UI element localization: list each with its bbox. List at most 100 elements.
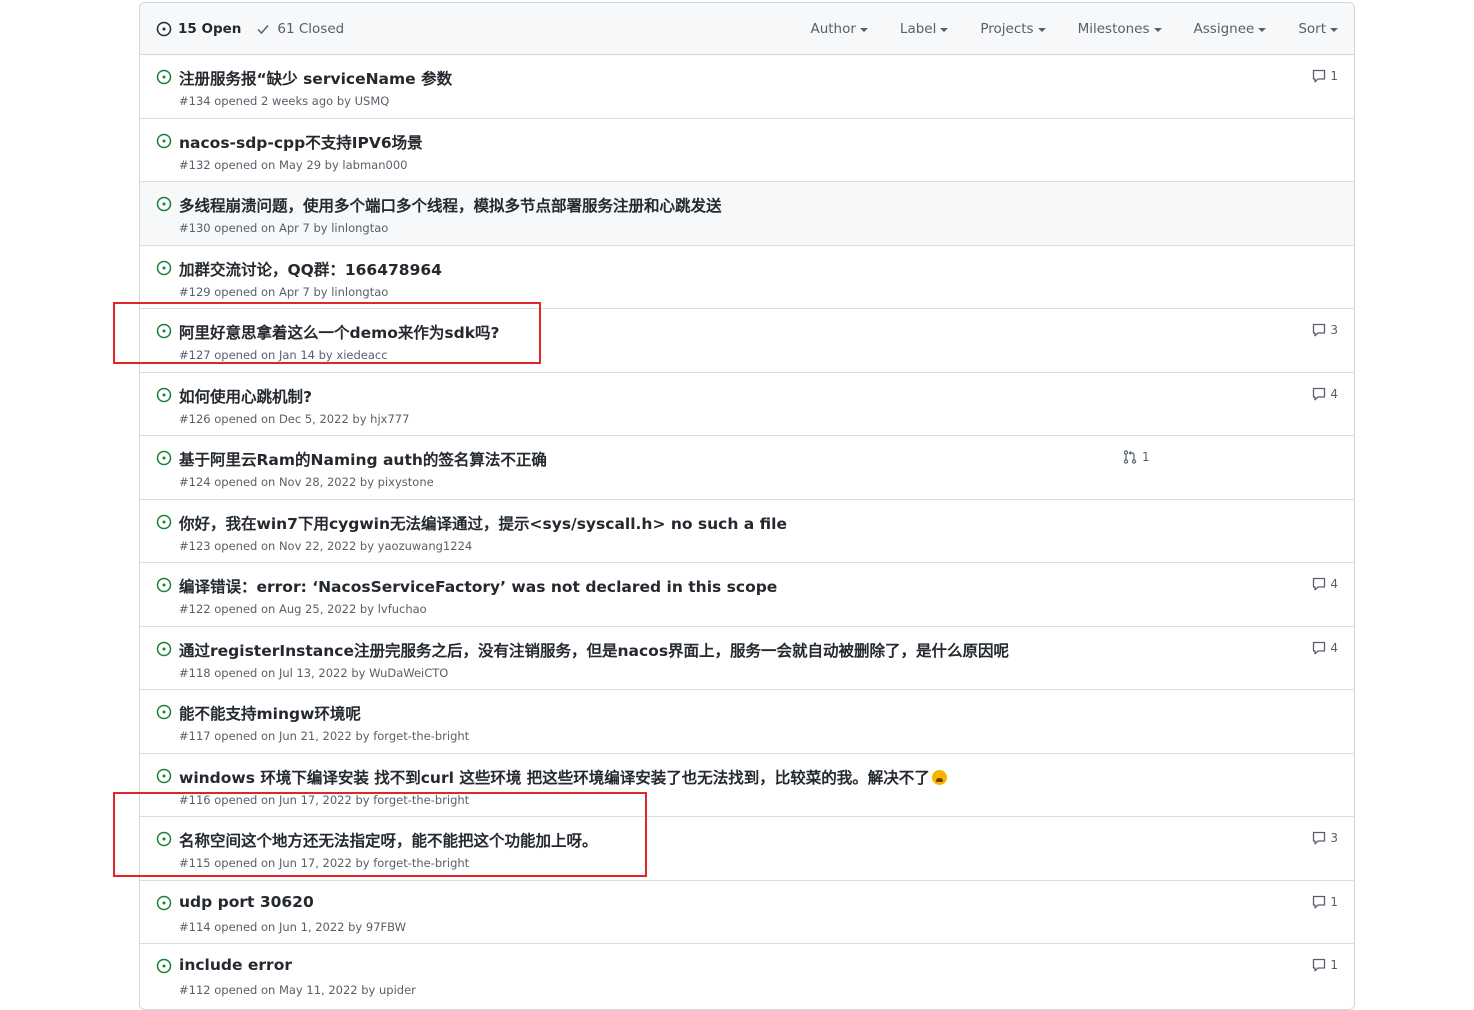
issue-opened-icon	[156, 387, 172, 407]
milestones-filter-label: Milestones	[1077, 20, 1150, 37]
milestones-filter[interactable]: Milestones	[1078, 21, 1162, 37]
issue-opened-icon	[156, 196, 172, 216]
issue-row[interactable]: nacos-sdp-cpp不支持IPV6场景 #132 opened on May…	[140, 119, 1354, 182]
issue-row[interactable]: 能不能支持mingw环境呢 #117 opened on Jun 21, 2022…	[140, 690, 1354, 754]
issue-opened-icon	[156, 641, 172, 661]
issue-title-link[interactable]: 名称空间这个地方还无法指定呀，能不能把这个功能加上呀。	[179, 829, 598, 851]
issue-title-link[interactable]: 如何使用心跳机制?	[179, 385, 312, 407]
linked-pr-link[interactable]: 1	[1122, 449, 1150, 465]
issue-opened-icon	[156, 21, 172, 36]
author-filter-label: Author	[810, 20, 856, 37]
issue-title-link[interactable]: 你好，我在win7下用cygwin无法编译通过，提示<sys/syscall.h…	[179, 512, 787, 534]
issue-title-text: nacos-sdp-cpp不支持IPV6场景	[179, 133, 423, 152]
comments-link[interactable]: 1	[1311, 894, 1338, 910]
open-issues-tab[interactable]: 15 Open	[156, 21, 241, 37]
comment-count: 1	[1330, 958, 1338, 972]
issue-opened-icon	[156, 69, 172, 89]
sort-filter[interactable]: Sort	[1298, 21, 1338, 37]
label-filter-label: Label	[899, 20, 937, 37]
issue-meta: #115 opened on Jun 17, 2022 by forget-th…	[179, 856, 470, 870]
issue-title-text: include error	[179, 956, 292, 974]
issue-opened-icon	[156, 260, 172, 280]
comments-link[interactable]: 4	[1311, 640, 1338, 656]
comment-count: 1	[1330, 894, 1338, 909]
issues-header: 15 Open 61 Closed Author Label Projects …	[140, 3, 1354, 55]
comment-count: 1	[1330, 69, 1338, 83]
issue-title-text: 阿里好意思拿着这么一个demo来作为sdk吗?	[179, 324, 500, 342]
issue-title-link[interactable]: windows 环境下编译安装 找不到curl 这些环境 把这些环境编译安装了也…	[179, 766, 947, 788]
issue-opened-icon	[156, 323, 172, 343]
issue-row[interactable]: 名称空间这个地方还无法指定呀，能不能把这个功能加上呀。 #115 opened o…	[140, 817, 1354, 881]
issue-row[interactable]: 阿里好意思拿着这么一个demo来作为sdk吗? #127 opened on Ja…	[140, 309, 1354, 373]
issue-meta: #126 opened on Dec 5, 2022 by hjx777	[179, 411, 410, 426]
issue-title-link[interactable]: 多线程崩溃问题，使用多个端口多个线程，模拟多节点部署服务注册和心跳发送	[179, 194, 722, 216]
issue-title-text: 基于阿里云Ram的Naming auth的签名算法不正确	[179, 451, 547, 469]
issue-title-link[interactable]: 注册服务报“缺少 serviceName 参数	[179, 67, 452, 89]
issue-row[interactable]: 你好，我在win7下用cygwin无法编译通过，提示<sys/syscall.h…	[140, 500, 1354, 563]
comment-count: 4	[1330, 386, 1338, 401]
issues-box: 15 Open 61 Closed Author Label Projects …	[139, 2, 1355, 1010]
comments-link[interactable]: 3	[1311, 830, 1338, 846]
issue-meta: #122 opened on Aug 25, 2022 by lvfuchao	[179, 602, 427, 616]
label-filter[interactable]: Label	[899, 20, 949, 37]
comments-link[interactable]: 3	[1311, 322, 1338, 338]
linked-pr-count: 1	[1142, 450, 1150, 464]
open-count-label: 15 Open	[178, 20, 242, 37]
issue-title-text: 通过registerInstance注册完服务之后，没有注销服务，但是nacos…	[179, 641, 1010, 660]
issue-row[interactable]: 编译错误：error: ‘NacosServiceFactory’ was no…	[140, 563, 1354, 627]
issue-meta: #134 opened 2 weeks ago by USMQ	[179, 94, 390, 108]
issue-title-text: windows 环境下编译安装 找不到curl 这些环境 把这些环境编译安装了也…	[179, 768, 930, 787]
issue-title-link[interactable]: 编译错误：error: ‘NacosServiceFactory’ was no…	[179, 575, 777, 597]
issue-title-text: 注册服务报“缺少 serviceName 参数	[179, 70, 453, 88]
author-filter[interactable]: Author	[810, 20, 868, 37]
issue-title-text: udp port 30620	[179, 892, 314, 911]
issue-title-link[interactable]: 基于阿里云Ram的Naming auth的签名算法不正确	[179, 448, 547, 470]
comment-count: 3	[1330, 323, 1338, 337]
projects-filter[interactable]: Projects	[980, 20, 1046, 37]
issue-title-link[interactable]: 能不能支持mingw环境呢	[179, 702, 361, 724]
comment-icon	[1311, 640, 1327, 656]
issue-opened-icon	[156, 895, 172, 915]
projects-filter-label: Projects	[980, 20, 1034, 37]
issue-row[interactable]: 如何使用心跳机制? #126 opened on Dec 5, 2022 by h…	[140, 373, 1354, 436]
comment-icon	[1311, 894, 1327, 910]
issue-title-link[interactable]: include error	[179, 956, 292, 974]
issue-opened-icon	[156, 958, 172, 978]
caret-down-icon	[1330, 27, 1338, 32]
issue-title-link[interactable]: 通过registerInstance注册完服务之后，没有注销服务，但是nacos…	[179, 639, 1009, 661]
comment-icon	[1311, 576, 1327, 592]
issue-row[interactable]: 加群交流讨论，QQ群：166478964 #129 opened on Apr 7…	[140, 246, 1354, 309]
issue-title-link[interactable]: 阿里好意思拿着这么一个demo来作为sdk吗?	[179, 321, 500, 343]
comments-link[interactable]: 4	[1311, 386, 1338, 402]
issue-title-text: 名称空间这个地方还无法指定呀，能不能把这个功能加上呀。	[179, 832, 598, 850]
assignee-filter[interactable]: Assignee	[1194, 21, 1267, 37]
comment-icon	[1311, 68, 1327, 84]
closed-issues-tab[interactable]: 61 Closed	[255, 21, 344, 37]
caret-down-icon	[940, 27, 949, 32]
comments-link[interactable]: 1	[1311, 957, 1338, 973]
issue-meta: #130 opened on Apr 7 by linlongtao	[179, 221, 389, 235]
issue-opened-icon	[156, 577, 172, 597]
issue-meta: #123 opened on Nov 22, 2022 by yaozuwang…	[179, 538, 473, 553]
issue-title-link[interactable]: nacos-sdp-cpp不支持IPV6场景	[179, 131, 423, 153]
issue-row[interactable]: 注册服务报“缺少 serviceName 参数 #134 opened 2 wee…	[140, 55, 1354, 119]
issue-title-link[interactable]: udp port 30620	[179, 893, 314, 911]
issue-row[interactable]: 多线程崩溃问题，使用多个端口多个线程，模拟多节点部署服务注册和心跳发送 #130 …	[140, 182, 1354, 246]
issue-meta: #129 opened on Apr 7 by linlongtao	[179, 284, 389, 299]
issue-opened-icon	[156, 704, 172, 724]
pull-request-icon	[1122, 449, 1138, 465]
comments-link[interactable]: 1	[1311, 68, 1338, 84]
issue-row[interactable]: include error #112 opened on May 11, 2022…	[140, 944, 1354, 1008]
issue-meta: #117 opened on Jun 21, 2022 by forget-th…	[179, 729, 470, 743]
caret-down-icon	[1037, 27, 1046, 32]
issue-row[interactable]: 基于阿里云Ram的Naming auth的签名算法不正确 #124 opened …	[140, 436, 1354, 500]
issue-opened-icon	[156, 450, 172, 470]
issue-row[interactable]: 通过registerInstance注册完服务之后，没有注销服务，但是nacos…	[140, 627, 1354, 690]
issue-title-text: 加群交流讨论，QQ群：166478964	[179, 260, 442, 279]
issue-row[interactable]: udp port 30620 #114 opened on Jun 1, 2022…	[140, 881, 1354, 944]
issue-row[interactable]: windows 环境下编译安装 找不到curl 这些环境 把这些环境编译安装了也…	[140, 754, 1354, 817]
caret-down-icon	[1258, 27, 1267, 32]
issue-title-text: 多线程崩溃问题，使用多个端口多个线程，模拟多节点部署服务注册和心跳发送	[179, 197, 722, 215]
comments-link[interactable]: 4	[1311, 576, 1338, 592]
issue-title-link[interactable]: 加群交流讨论，QQ群：166478964	[179, 258, 442, 280]
